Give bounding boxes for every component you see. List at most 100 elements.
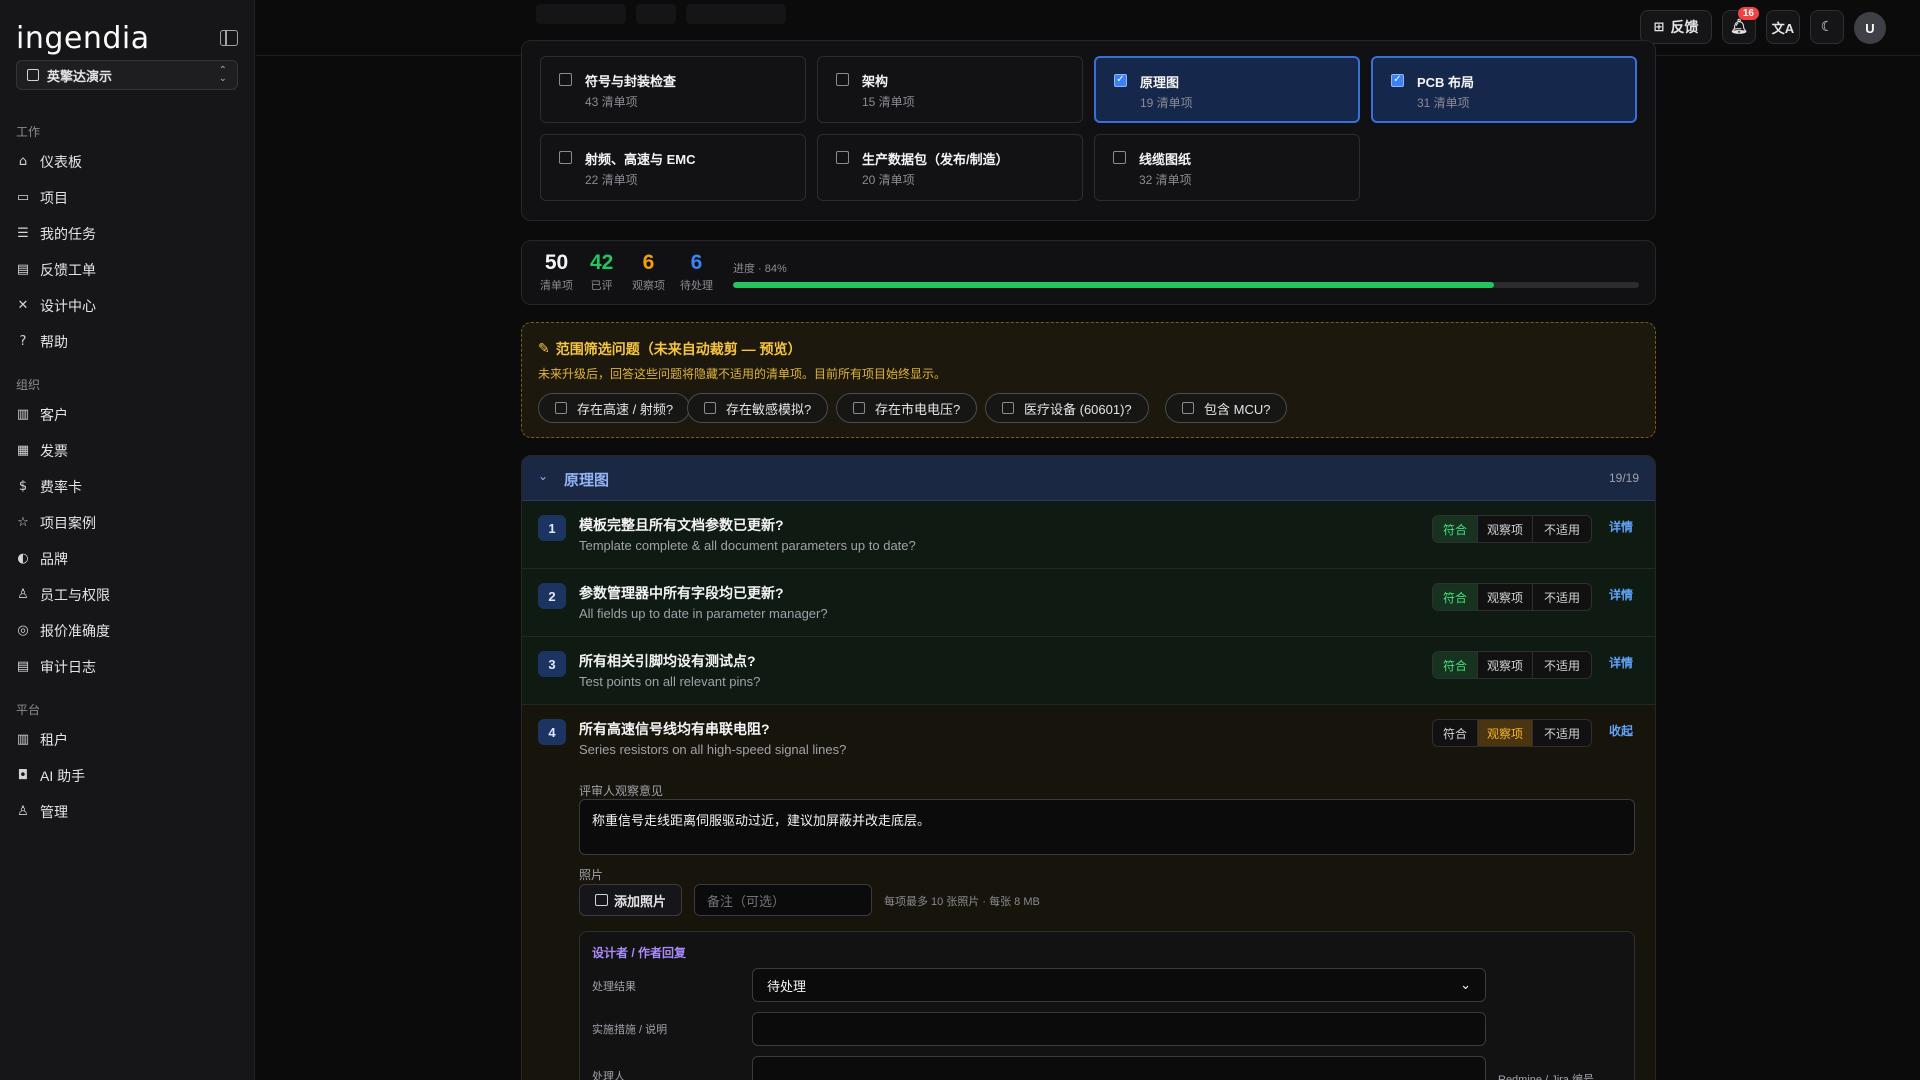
image-icon [594,894,608,906]
scope-chip[interactable]: 存在敏感模拟? [687,393,829,423]
category-card[interactable]: 线缆图纸 32 清单项 [1094,134,1360,201]
sidebar-item[interactable]: ◐ 品牌 [16,545,238,573]
sidebar-item[interactable]: ▦ 发票 [16,437,238,465]
verdict-option[interactable]: 观察项 [1478,652,1533,678]
stat-value: 6 [642,251,655,274]
category-card[interactable]: 架构 15 清单项 [817,56,1083,123]
scope-chip[interactable]: 包含 MCU? [1165,393,1288,423]
sidebar-item[interactable]: ♙ 员工与权限 [16,581,238,609]
item-subtitle: All fields up to date in parameter manag… [579,606,828,621]
sidebar-item[interactable]: ▥ 租户 [16,726,238,754]
home-icon: ⌂ [18,154,28,169]
scope-chip[interactable]: 存在市电电压? [836,393,978,423]
nav-section-title: 组织 [16,378,41,392]
sidebar-item-label: 帮助 [40,334,68,350]
category-checkbox[interactable] [836,73,849,86]
category-card[interactable]: 射频、高速与 EMC 22 清单项 [540,134,806,201]
stat-item: 42 已评 [590,251,613,293]
add-photo-button[interactable]: 添加照片 [579,884,682,916]
sidebar-toggle-icon[interactable] [220,30,238,46]
sidebar-item[interactable]: ☰ 我的任务 [16,220,238,248]
scope-description: 未来升级后，回答这些问题将隐藏不适用的清单项。目前所有项目始终显示。 [538,367,947,381]
chip-checkbox[interactable] [1182,402,1194,414]
section-header[interactable]: ⌄ 原理图 19/19 [522,456,1655,501]
sidebar-item[interactable]: ▤ 审计日志 [16,653,238,681]
category-card[interactable]: 生产数据包（发布/制造） 20 清单项 [817,134,1083,201]
item-toggle-link[interactable]: 详情 [1609,518,1633,535]
verdict-option[interactable]: 符合 [1433,720,1478,746]
category-count: 19 清单项 [1140,96,1193,110]
chevron-down-icon: ⌄ [1460,977,1471,992]
verdict-option[interactable]: 观察项 [1478,516,1533,542]
sidebar-item[interactable]: ☆ 项目案例 [16,509,238,537]
section-title: 原理图 [564,472,610,489]
category-checkbox[interactable]: ✓ [1391,74,1404,87]
progress-fill [733,282,1495,288]
sidebar-item[interactable]: ? 帮助 [16,328,238,356]
feedback-button[interactable]: ⊞ 反馈 [1640,10,1712,44]
folder-icon: ▭ [16,190,30,205]
chip-checkbox[interactable] [853,402,865,414]
item-toggle-link[interactable]: 详情 [1609,586,1633,603]
scope-title: 范围筛选问题（未来自动裁剪 — 预览） [555,341,802,357]
stat-label: 待处理 [680,280,713,292]
item-title: 所有高速信号线均有串联电阻? [579,721,770,737]
category-checkbox[interactable] [559,151,572,164]
scope-chip[interactable]: 医疗设备 (60601)? [985,393,1149,423]
measures-input[interactable] [752,1012,1486,1046]
language-button[interactable]: 文A [1766,10,1800,44]
sidebar-item[interactable]: ✕ 设计中心 [16,292,238,320]
category-checkbox[interactable] [836,151,849,164]
category-card[interactable]: ✓ 原理图 19 清单项 [1094,56,1360,123]
log-icon: ▤ [16,659,30,674]
handler-input[interactable] [752,1056,1486,1080]
sidebar-item-label: 审计日志 [40,659,96,675]
designer-reply-panel: 设计者 / 作者回复 处理结果 待处理 ⌄ 实施措施 / 说明 处理人 Redmine / … [579,931,1635,1080]
chip-label: 存在敏感模拟? [726,401,812,417]
verdict-option[interactable]: 不适用 [1533,652,1591,678]
category-checkbox[interactable] [559,73,572,86]
sidebar-item[interactable]: ▥ 客户 [16,401,238,429]
verdict-option[interactable]: 观察项 [1478,584,1533,610]
verdict-option[interactable]: 不适用 [1533,516,1591,542]
item-toggle-link[interactable]: 详情 [1609,654,1633,671]
verdict-selector: 符合 观察项 不适用 [1432,583,1592,611]
category-checkbox[interactable] [1113,151,1126,164]
verdict-option[interactable]: 不适用 [1533,584,1591,610]
chip-checkbox[interactable] [704,402,716,414]
item-toggle-link[interactable]: 收起 [1609,722,1633,739]
category-card[interactable]: 符号与封装检查 43 清单项 [540,56,806,123]
result-value: 待处理 [767,978,807,994]
observation-textarea[interactable]: 称重信号走线距离伺服驱动过近，建议加屏蔽并改走底层。 [579,799,1635,855]
category-count: 15 清单项 [862,95,915,109]
item-subtitle: Template complete & all document paramet… [579,538,916,553]
verdict-option[interactable]: 观察项 [1478,720,1533,746]
verdict-option[interactable]: 符合 [1433,584,1478,610]
photo-note-input[interactable]: 备注（可选） [694,884,872,916]
verdict-option[interactable]: 不适用 [1533,720,1591,746]
sidebar-item-label: AI 助手 [40,768,86,784]
sidebar-item-label: 品牌 [40,551,68,567]
chip-checkbox[interactable] [555,402,567,414]
sidebar-item[interactable]: ⌂ 仪表板 [16,148,238,176]
wand-icon: ✎ [538,341,550,357]
sidebar-item[interactable]: ◎ 报价准确度 [16,617,238,645]
workspace-switcher[interactable]: 英擎达演示 ⌃ ⌄ [16,60,238,90]
category-checkbox[interactable]: ✓ [1114,74,1127,87]
result-select[interactable]: 待处理 ⌄ [752,968,1486,1002]
scope-chip[interactable]: 存在高速 / 射频? [538,393,691,423]
verdict-option[interactable]: 符合 [1433,516,1478,542]
verdict-option[interactable]: 符合 [1433,652,1478,678]
sidebar-item[interactable]: ▤ 反馈工单 [16,256,238,284]
sidebar-item[interactable]: ♙ 管理 [16,798,238,826]
add-photo-label: 添加照片 [613,893,666,909]
notifications-button[interactable]: 🔔︎ 16 [1722,7,1759,44]
sidebar-item[interactable]: ◘ AI 助手 [16,762,238,790]
chip-checkbox[interactable] [1002,402,1014,414]
theme-toggle-button[interactable]: ☾ [1810,10,1844,44]
category-card[interactable]: ✓ PCB 布局 31 清单项 [1371,56,1637,123]
item-number: 4 [538,719,566,745]
sidebar-item[interactable]: ▭ 项目 [16,184,238,212]
sidebar-item[interactable]: $ 费率卡 [16,473,238,501]
user-avatar[interactable]: U [1854,12,1886,44]
